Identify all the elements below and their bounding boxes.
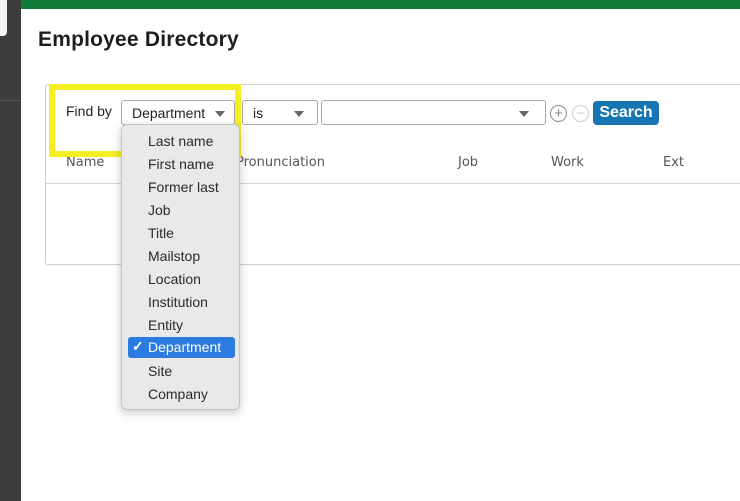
column-header-pronunciation[interactable]: Pronunciation xyxy=(236,155,325,170)
dropdown-option[interactable]: Mailstop xyxy=(128,246,235,267)
field-dropdown-menu: Last name First name Former last Job Tit… xyxy=(121,124,240,410)
rail-divider xyxy=(0,100,21,101)
dropdown-option[interactable]: Title xyxy=(128,223,235,244)
dropdown-option[interactable]: Site xyxy=(128,361,235,382)
top-accent-bar xyxy=(21,0,740,9)
remove-condition-icon[interactable]: − xyxy=(572,105,589,122)
dropdown-option-selected[interactable]: ✓ Department xyxy=(128,337,235,358)
dropdown-option[interactable]: Former last xyxy=(128,177,235,198)
app-sidebar-rail xyxy=(0,0,21,501)
page-title: Employee Directory xyxy=(38,28,239,51)
operator-select[interactable]: is xyxy=(242,100,318,125)
dropdown-option[interactable]: Last name xyxy=(128,131,235,152)
operator-select-value: is xyxy=(253,105,264,121)
chevron-down-icon xyxy=(294,111,304,117)
column-header-job[interactable]: Job xyxy=(458,155,478,170)
dropdown-option[interactable]: Institution xyxy=(128,292,235,313)
checkmark-icon: ✓ xyxy=(132,338,144,354)
rail-tab[interactable] xyxy=(0,0,7,36)
column-header-work[interactable]: Work xyxy=(551,155,584,170)
dropdown-option[interactable]: Location xyxy=(128,269,235,290)
search-button[interactable]: Search xyxy=(593,101,659,125)
dropdown-option[interactable]: Job xyxy=(128,200,235,221)
dropdown-option[interactable]: Company xyxy=(128,384,235,405)
column-header-name[interactable]: Name xyxy=(66,155,104,170)
dropdown-option[interactable]: Entity xyxy=(128,315,235,336)
value-select[interactable] xyxy=(321,100,546,125)
column-header-ext[interactable]: Ext xyxy=(663,155,684,170)
add-condition-icon[interactable]: + xyxy=(550,105,567,122)
dropdown-option[interactable]: First name xyxy=(128,154,235,175)
chevron-down-icon xyxy=(519,111,529,117)
